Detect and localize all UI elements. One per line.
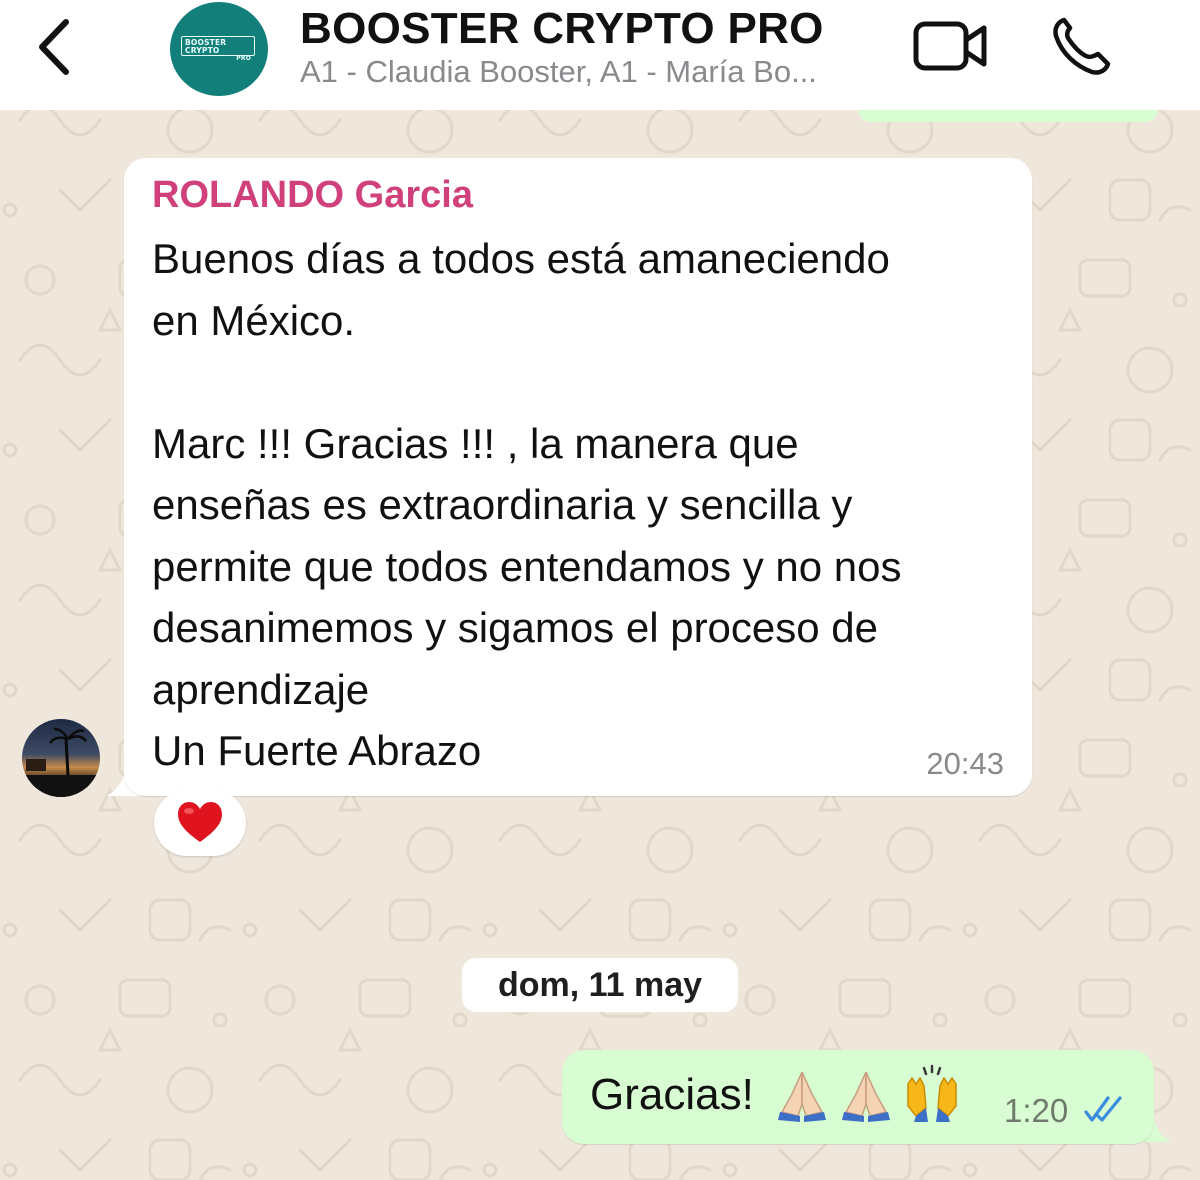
chat-title[interactable]: BOOSTER CRYPTO PRO — [300, 4, 824, 54]
raising-hands-icon — [907, 1064, 957, 1122]
folded-hands-icon — [778, 1071, 826, 1122]
folded-hands-icon — [842, 1071, 890, 1122]
booster-crypto-logo: BOOSTER CRYPTO PRO — [181, 36, 255, 62]
sender-avatar[interactable] — [22, 719, 100, 797]
group-avatar[interactable]: BOOSTER CRYPTO PRO — [170, 2, 268, 96]
sender-name[interactable]: ROLANDO Garcia — [152, 174, 473, 217]
chevron-left-icon[interactable] — [28, 14, 84, 80]
chat-participants[interactable]: A1 - Claudia Booster, A1 - María Bo... — [300, 54, 817, 90]
message-text: Buenos días a todos está amaneciendo en … — [152, 235, 902, 774]
incoming-message[interactable]: ROLANDO Garcia Buenos días a todos está … — [124, 158, 1032, 796]
video-camera-icon[interactable] — [912, 18, 988, 74]
red-heart-icon — [178, 802, 222, 842]
outgoing-message[interactable]: Gracias! 1:20 — [562, 1050, 1154, 1144]
chat-header: BOOSTER CRYPTO PRO BOOSTER CRYPTO PRO A1… — [0, 0, 1200, 110]
date-separator: dom, 11 may — [462, 958, 738, 1012]
reaction-badge[interactable] — [154, 790, 246, 856]
message-text: Gracias! — [590, 1070, 754, 1119]
phone-icon[interactable] — [1050, 14, 1114, 76]
message-time: 20:43 — [926, 746, 1004, 781]
double-check-read-icon — [1084, 1096, 1122, 1122]
beach-sunset-photo — [22, 727, 100, 797]
message-time: 1:20 — [1004, 1092, 1069, 1129]
